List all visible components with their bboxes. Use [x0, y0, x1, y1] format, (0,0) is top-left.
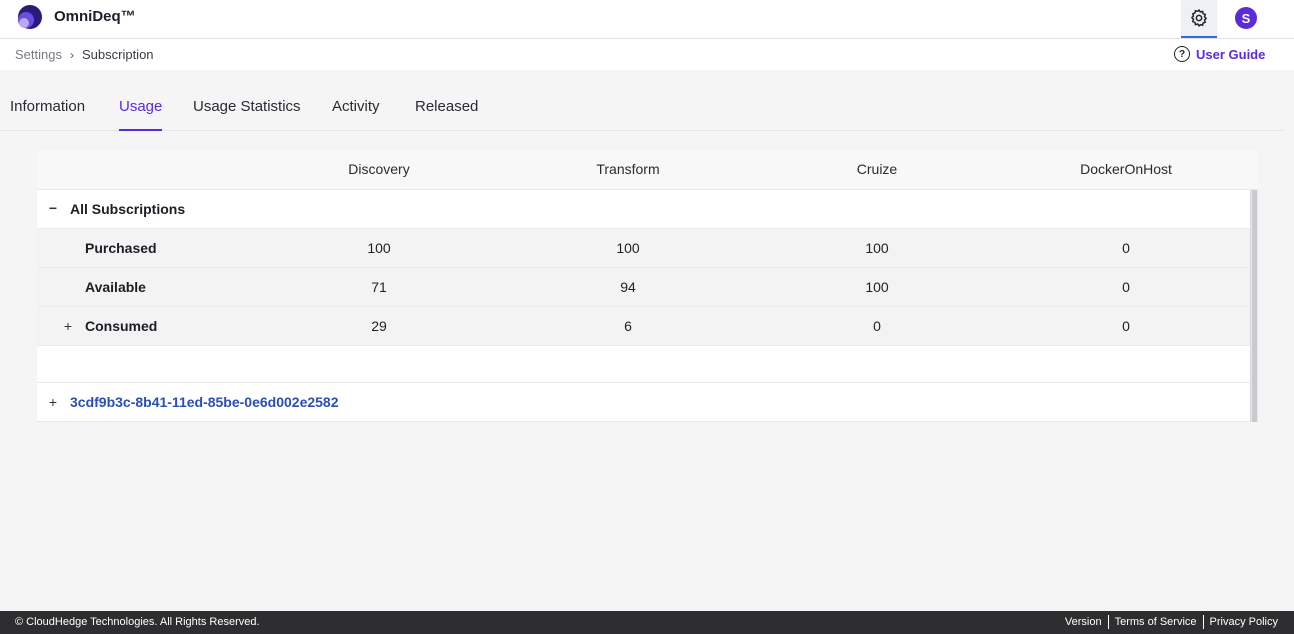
cell-dockeronhost: 0	[1122, 279, 1130, 295]
footer-links: Version Terms of Service Privacy Policy	[1059, 615, 1278, 629]
help-circle-icon: ?	[1174, 46, 1190, 62]
row-label: Purchased	[85, 240, 157, 256]
cell-cruize: 100	[865, 240, 889, 256]
tab-information[interactable]: Information	[10, 98, 85, 131]
cell-discovery: 71	[371, 279, 387, 295]
footer-link-terms[interactable]: Terms of Service	[1109, 616, 1203, 628]
cell-discovery: 29	[371, 318, 387, 334]
breadcrumb: Settings › Subscription	[15, 47, 154, 62]
user-guide-link[interactable]: ? User Guide	[1174, 46, 1265, 62]
usage-table: Discovery Transform Cruize DockerOnHost …	[37, 150, 1258, 422]
group-row-all-subscriptions[interactable]: − All Subscriptions	[37, 190, 1250, 229]
top-bar: OmniDeq™ S	[0, 0, 1294, 39]
tab-bar: Information Usage Usage Statistics Activ…	[0, 86, 1284, 131]
footer: © CloudHedge Technologies. All Rights Re…	[0, 611, 1294, 634]
app-title: OmniDeq™	[54, 8, 136, 25]
subscription-id-link[interactable]: 3cdf9b3c-8b41-11ed-85be-0e6d002e2582	[70, 394, 339, 410]
column-header-dockeronhost: DockerOnHost	[1080, 161, 1172, 177]
table-header: Discovery Transform Cruize DockerOnHost	[37, 150, 1258, 190]
settings-button[interactable]	[1181, 0, 1217, 38]
collapse-icon[interactable]: −	[47, 200, 59, 216]
tab-usage[interactable]: Usage	[119, 98, 163, 131]
table-row-available: Available 71 94 100 0	[37, 268, 1250, 307]
row-label: Available	[85, 279, 146, 295]
spacer-row	[37, 346, 1250, 383]
breadcrumb-bar: Settings › Subscription ? User Guide	[0, 39, 1294, 70]
breadcrumb-settings[interactable]: Settings	[15, 47, 62, 62]
cell-transform: 94	[620, 279, 636, 295]
footer-link-version[interactable]: Version	[1059, 616, 1108, 628]
footer-link-privacy[interactable]: Privacy Policy	[1204, 616, 1278, 628]
cell-dockeronhost: 0	[1122, 240, 1130, 256]
table-row-consumed[interactable]: + Consumed 29 6 0 0	[37, 307, 1250, 346]
group-label: All Subscriptions	[70, 201, 186, 217]
chevron-right-icon: ›	[69, 47, 74, 62]
cell-transform: 100	[616, 240, 640, 256]
expand-icon[interactable]: +	[62, 318, 74, 334]
cell-dockeronhost: 0	[1122, 318, 1130, 334]
user-avatar[interactable]: S	[1235, 7, 1257, 29]
tab-usage-statistics[interactable]: Usage Statistics	[193, 98, 301, 131]
column-header-cruize: Cruize	[856, 161, 898, 177]
scrollbar-thumb[interactable]	[1252, 190, 1257, 422]
column-header-discovery: Discovery	[348, 161, 410, 177]
expand-icon[interactable]: +	[47, 394, 59, 410]
tab-activity[interactable]: Activity	[332, 98, 380, 131]
table-row-purchased: Purchased 100 100 100 0	[37, 229, 1250, 268]
tab-released[interactable]: Released	[415, 98, 478, 131]
cell-cruize: 100	[865, 279, 889, 295]
subscription-row[interactable]: + 3cdf9b3c-8b41-11ed-85be-0e6d002e2582	[37, 383, 1250, 422]
gear-icon	[1190, 8, 1208, 28]
cell-transform: 6	[624, 318, 632, 334]
cell-cruize: 0	[873, 318, 881, 334]
column-header-transform: Transform	[596, 161, 660, 177]
copyright-text: © CloudHedge Technologies. All Rights Re…	[15, 616, 260, 628]
user-guide-label: User Guide	[1196, 46, 1266, 62]
table-scrollbar[interactable]	[1250, 190, 1258, 422]
row-label: Consumed	[85, 318, 158, 334]
omnideq-logo-icon	[18, 5, 42, 29]
cell-discovery: 100	[367, 240, 391, 256]
breadcrumb-subscription: Subscription	[81, 47, 154, 62]
